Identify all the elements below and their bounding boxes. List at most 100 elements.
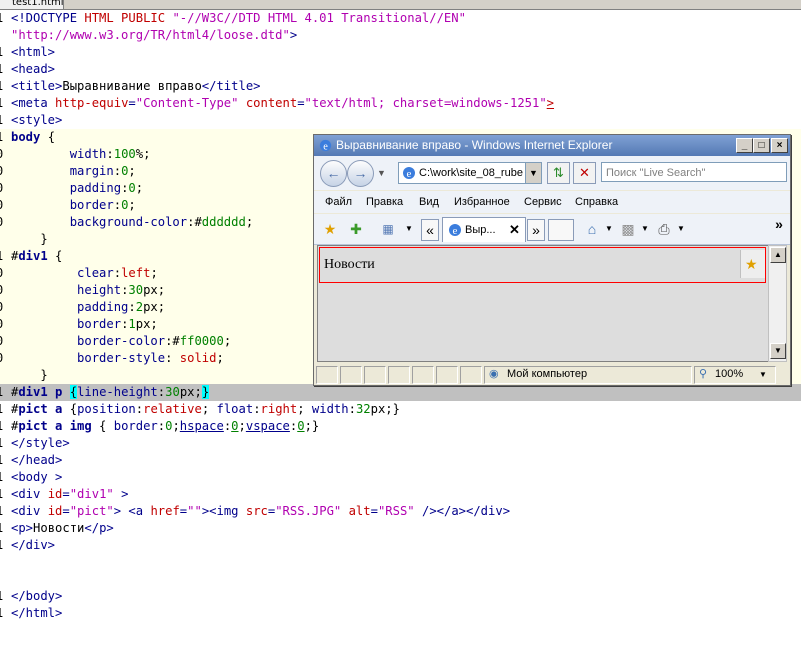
favorites-star-icon[interactable]: ★ [320, 219, 340, 239]
code-line[interactable]: "http://www.w3.org/TR/html4/loose.dtd"> [0, 27, 801, 44]
history-dropdown-icon[interactable]: ▼ [377, 168, 386, 178]
code-text: </html> [11, 605, 62, 622]
code-line[interactable]: 1 <div id="div1" > [0, 486, 801, 503]
home-icon[interactable]: ⌂ [582, 219, 602, 239]
code-token: dddddd [201, 215, 246, 229]
code-token: border [11, 317, 122, 331]
line-number: 1 [0, 435, 5, 452]
ie-title-bar[interactable]: e Выравнивание вправо - Windows Internet… [314, 135, 790, 156]
code-line[interactable]: 1 <body > [0, 469, 801, 486]
scroll-down-button[interactable]: ▼ [770, 343, 786, 359]
vertical-scrollbar[interactable]: ▲ ▼ [768, 245, 787, 362]
code-token: : [157, 419, 166, 433]
menu-edit[interactable]: Правка [366, 191, 403, 213]
zoom-control[interactable]: ⚲ 100% ▼ [694, 366, 776, 384]
code-token: <div [11, 504, 48, 518]
code-line[interactable]: 1<div id="pict"> <a href=""><img src="RS… [0, 503, 801, 520]
code-token: background-color [11, 215, 188, 229]
code-line[interactable]: 1 </body> [0, 588, 801, 605]
code-line[interactable]: 1 </style> [0, 435, 801, 452]
zone-text: Мой компьютер [507, 368, 588, 380]
code-text: <body > [11, 469, 62, 486]
tab-page-icon: e [449, 224, 461, 237]
address-dropdown-button[interactable]: ▼ [525, 163, 541, 183]
menu-file[interactable]: Файл [325, 191, 352, 213]
menu-view[interactable]: Вид [419, 191, 439, 213]
code-token: ff0000 [179, 334, 224, 348]
maximize-button[interactable]: □ [753, 138, 770, 153]
more-tools-chevron[interactable]: » [772, 214, 786, 234]
editor-tab[interactable]: test1.html [0, 0, 64, 9]
browser-tab[interactable]: e Выр... ✕ [442, 217, 526, 242]
line-number: 0 [0, 163, 5, 180]
code-line[interactable] [0, 571, 801, 588]
code-text: #div1 { [11, 248, 62, 265]
code-token: 0 [128, 181, 136, 195]
code-token: <div [11, 487, 48, 501]
code-token: :# [187, 215, 202, 229]
code-token: 30 [128, 283, 144, 297]
code-line[interactable] [0, 554, 801, 571]
tab-close-icon[interactable]: ✕ [509, 218, 520, 242]
minimize-button[interactable]: _ [736, 138, 753, 153]
code-token: %; [135, 147, 151, 161]
code-token: <!DOCTYPE [11, 11, 85, 25]
menu-favorites[interactable]: Избранное [454, 191, 510, 213]
add-favorites-icon[interactable]: ✚ [346, 219, 366, 239]
scroll-up-button[interactable]: ▲ [770, 247, 786, 263]
code-line[interactable]: 1 <title>Выравнивание вправо</title> [0, 78, 801, 95]
code-token: > [113, 487, 129, 501]
tab-scroll-right-button[interactable]: » [527, 219, 545, 241]
code-token: :# [165, 334, 180, 348]
quick-tabs-icon[interactable]: ▦ [378, 219, 398, 239]
code-token: body [11, 130, 41, 144]
forward-button[interactable]: → [347, 160, 374, 187]
code-text: </body> [11, 588, 62, 605]
code-line[interactable]: 1 <style> [0, 112, 801, 129]
code-token: px; [135, 317, 158, 331]
back-button[interactable]: ← [320, 160, 347, 187]
refresh-button[interactable]: ⇅ [547, 162, 570, 184]
code-line[interactable]: 1 #div1 p {line-height:30px;} [0, 384, 801, 401]
code-token: > <a [113, 504, 151, 518]
print-icon[interactable]: ⎙ [654, 219, 674, 239]
menu-help[interactable]: Справка [575, 191, 618, 213]
code-text: #div1 p {line-height:30px;} [11, 384, 210, 401]
code-token: = [62, 504, 70, 518]
code-token: > [289, 28, 298, 42]
address-bar[interactable]: e C:\work\site_08_rube ▼ [398, 162, 542, 184]
tab-list-dropdown-icon[interactable]: ▼ [404, 219, 414, 239]
menu-tools[interactable]: Сервис [524, 191, 562, 213]
close-button[interactable]: × [771, 138, 788, 153]
print-dropdown-icon[interactable]: ▼ [676, 219, 686, 239]
line-number: 1 [0, 248, 5, 265]
code-token: http-equiv [55, 96, 129, 110]
code-line[interactable]: 1 #pict a {position:relative; float:right… [0, 401, 801, 418]
search-input[interactable]: Поиск "Live Search" [601, 162, 787, 182]
code-token: Новости [33, 521, 85, 535]
code-line[interactable]: 1 <!DOCTYPE HTML PUBLIC "-//W3C//DTD HTML… [0, 10, 801, 27]
ie-navigation-bar: ← → ▼ e C:\work\site_08_rube ▼ ⇅ ✕ Поиск… [314, 156, 790, 190]
home-dropdown-icon[interactable]: ▼ [604, 219, 614, 239]
rss-link[interactable]: ★ [740, 250, 765, 278]
tab-scroll-left-button[interactable]: « [421, 219, 439, 241]
line-number: 1 [0, 401, 5, 418]
code-line[interactable]: 1 </head> [0, 452, 801, 469]
code-token: ><img [201, 504, 246, 518]
line-number: 1 [0, 605, 5, 622]
code-line[interactable]: 1<meta http-equiv="Content-Type" content… [0, 95, 801, 112]
code-token: position [77, 402, 136, 416]
code-line[interactable]: 1 <head> [0, 61, 801, 78]
stop-button[interactable]: ✕ [573, 162, 596, 184]
line-number: 1 [0, 95, 5, 112]
feeds-icon[interactable]: ▩ [618, 219, 638, 239]
feeds-dropdown-icon[interactable]: ▼ [640, 219, 650, 239]
code-line[interactable]: 1 <html> [0, 44, 801, 61]
status-pane [364, 366, 386, 384]
code-line[interactable]: 1 </div> [0, 537, 801, 554]
new-tab-button[interactable] [548, 219, 574, 241]
code-line[interactable]: 1#pict a img { border:0;hspace:0;vspace:… [0, 418, 801, 435]
code-token: Выравнивание вправо [62, 79, 202, 93]
code-line[interactable]: 1 <p>Новости</p> [0, 520, 801, 537]
code-line[interactable]: 1 </html> [0, 605, 801, 622]
